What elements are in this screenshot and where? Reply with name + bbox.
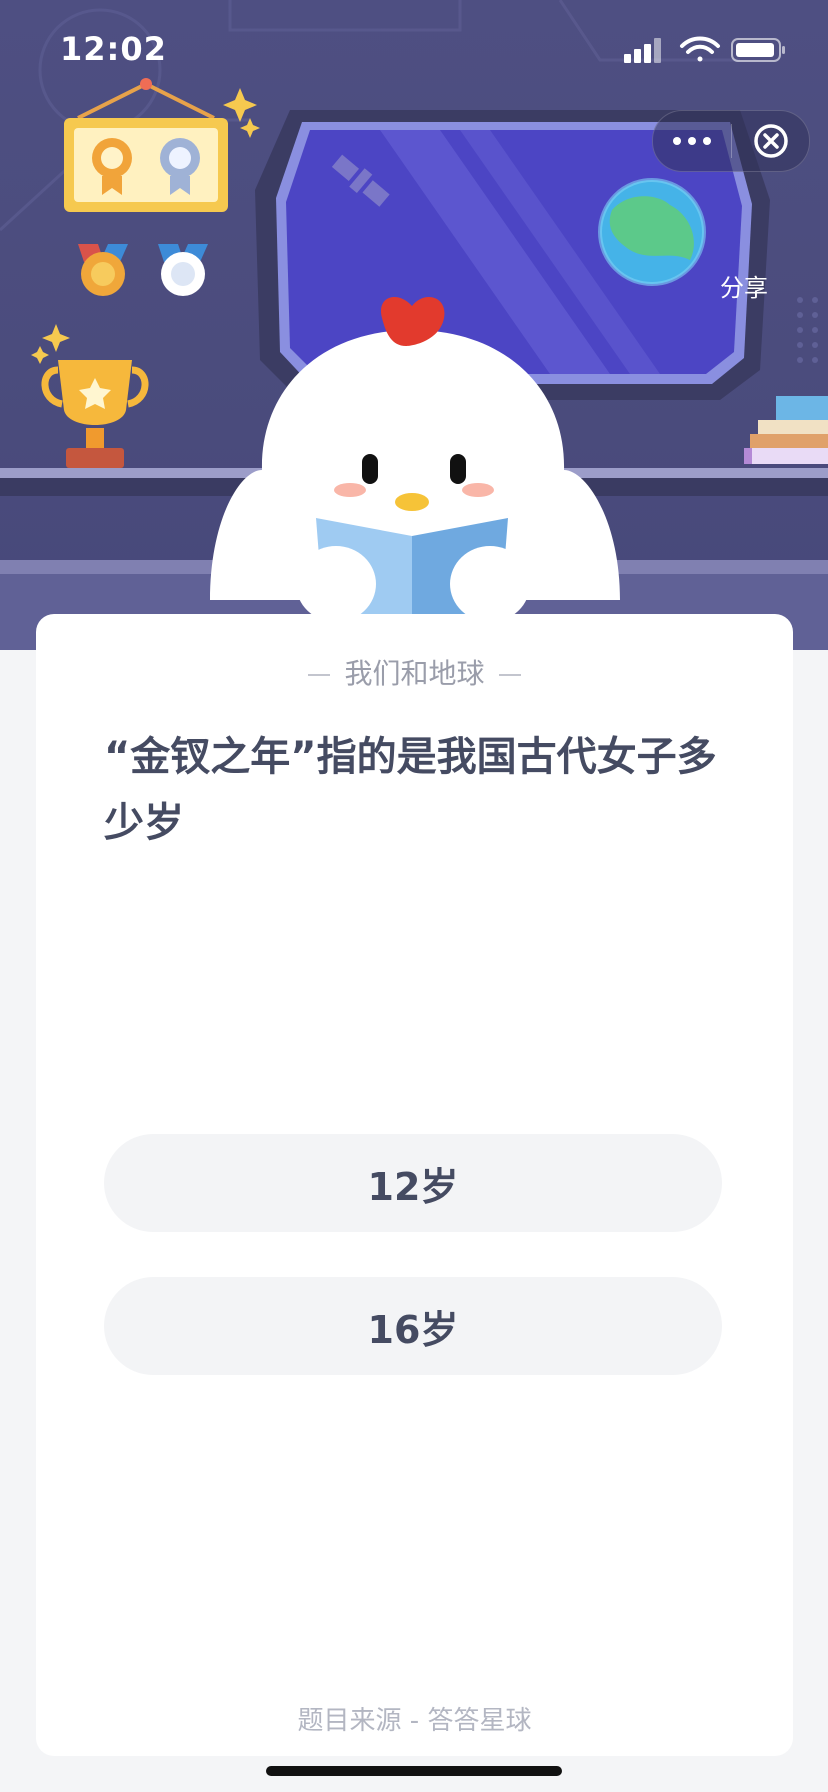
hero-banner: 12:02 分享	[0, 0, 828, 650]
more-button[interactable]	[653, 111, 731, 171]
home-indicator[interactable]	[266, 1766, 562, 1776]
signal-icon	[624, 38, 661, 63]
quiz-card: 我们和地球 “金钗之年”指的是我国古代女子多少岁 12岁 16岁 题目来源 - …	[36, 614, 793, 1756]
answer-option-2[interactable]: 16岁	[104, 1277, 722, 1375]
answer-option-label: 12岁	[367, 1164, 459, 1209]
answer-option-label: 16岁	[367, 1307, 459, 1352]
question-text: “金钗之年”指的是我国古代女子多少岁	[104, 734, 717, 846]
wifi-icon	[680, 36, 720, 62]
status-time: 12:02	[60, 30, 167, 68]
quiz-category: 我们和地球	[36, 652, 793, 692]
close-button[interactable]	[732, 111, 809, 171]
category-dash-left	[308, 674, 331, 676]
status-icons	[624, 36, 794, 68]
earth-icon	[598, 178, 706, 286]
category-dash-right	[498, 674, 521, 676]
more-dots-icon	[673, 137, 711, 145]
miniprogram-capsule	[652, 110, 810, 172]
share-button[interactable]: 分享	[720, 268, 768, 303]
battery-icon	[731, 38, 785, 62]
close-icon	[753, 124, 788, 158]
category-label: 我们和地球	[344, 657, 485, 690]
trophy-icon	[41, 360, 149, 468]
question-source: 题目来源 - 答答星球	[297, 1706, 532, 1736]
answer-option-1[interactable]: 12岁	[104, 1134, 722, 1232]
hero-illustration	[0, 0, 828, 650]
